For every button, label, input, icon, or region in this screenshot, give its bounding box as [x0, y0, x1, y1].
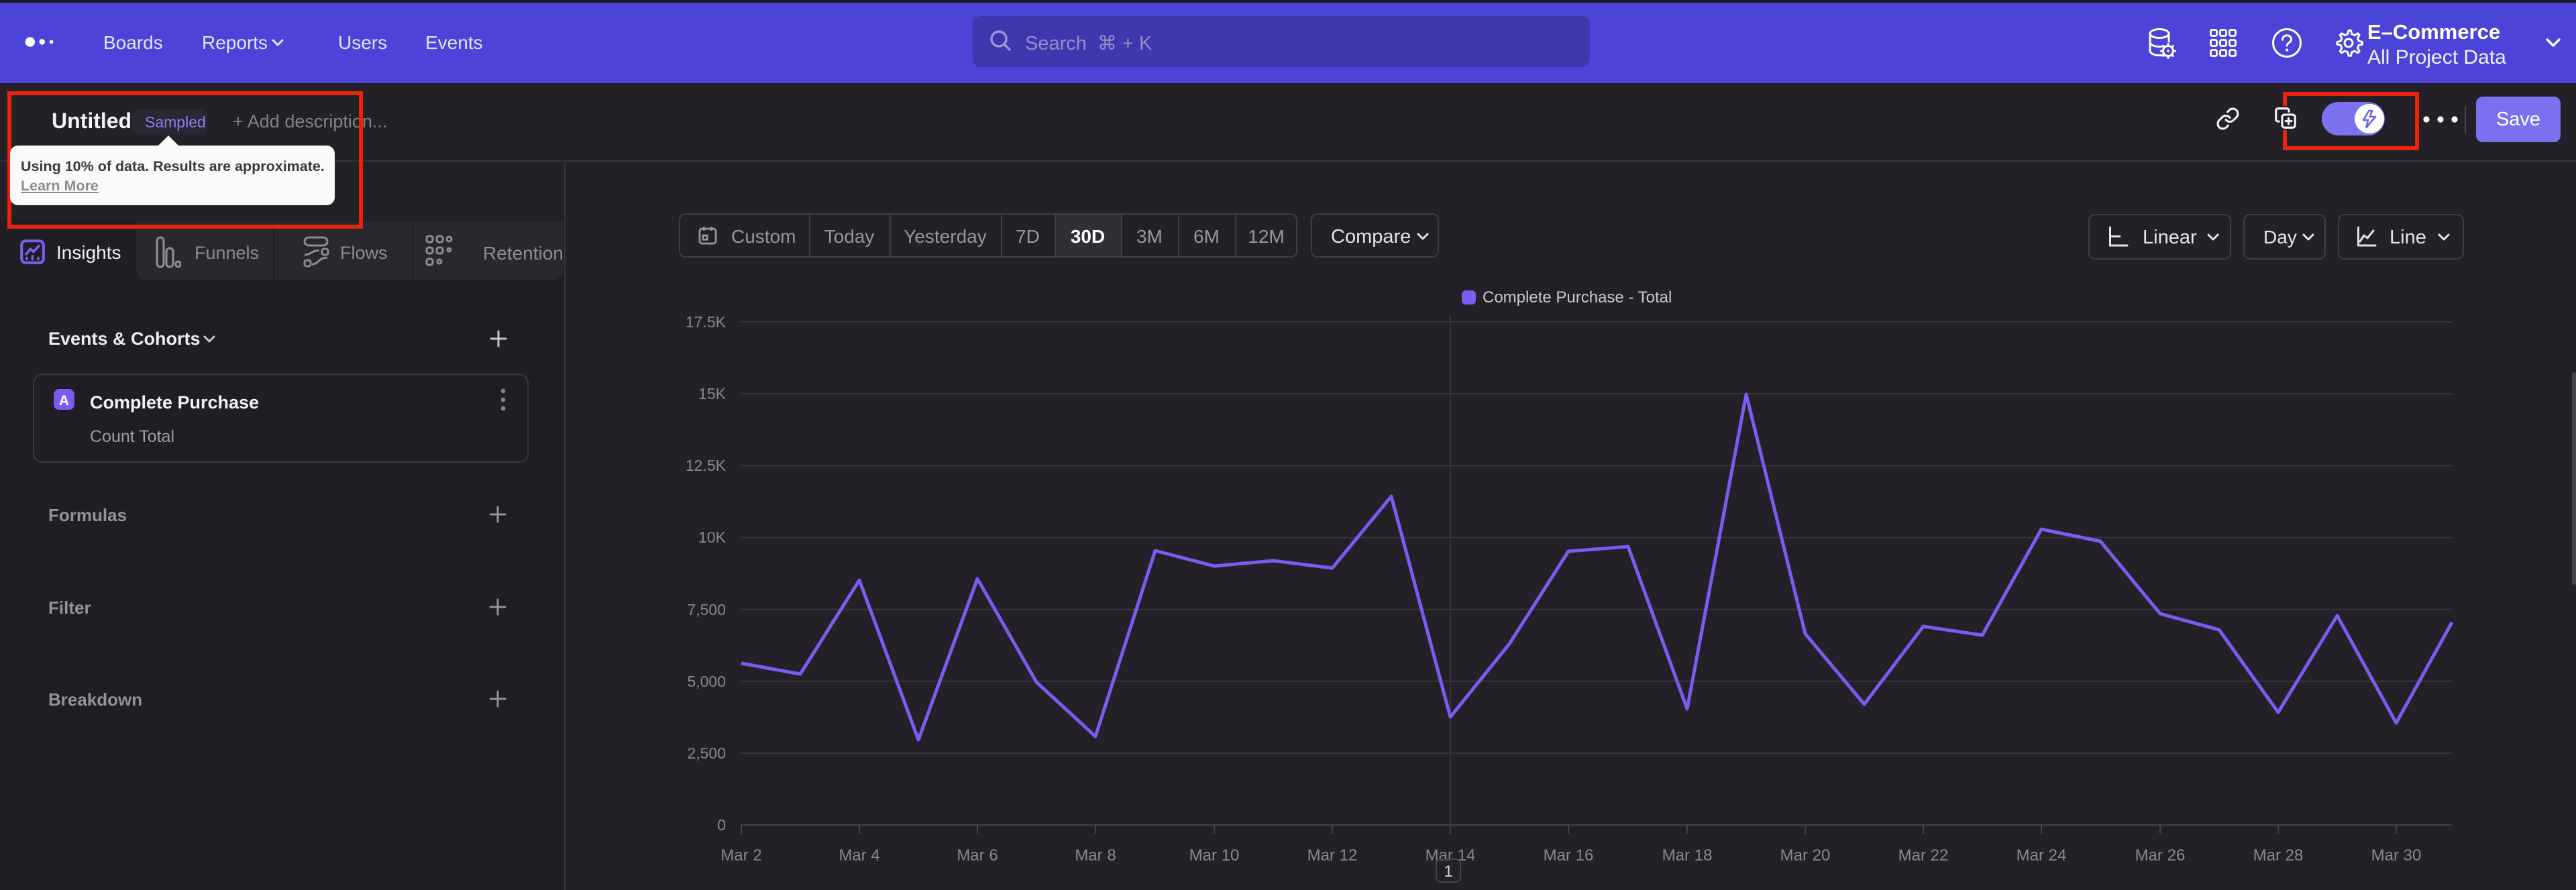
svg-text:0: 0	[717, 816, 726, 834]
svg-text:Mar 18: Mar 18	[1662, 846, 1713, 865]
svg-text:Mar 6: Mar 6	[957, 846, 998, 865]
svg-text:17.5K: 17.5K	[686, 313, 727, 331]
svg-text:12.5K: 12.5K	[686, 457, 727, 474]
svg-text:Mar 30: Mar 30	[2371, 846, 2422, 865]
svg-text:10K: 10K	[698, 529, 727, 546]
svg-text:15K: 15K	[698, 385, 727, 402]
svg-text:Mar 10: Mar 10	[1189, 846, 1240, 865]
svg-text:Mar 28: Mar 28	[2253, 846, 2304, 865]
svg-text:5,000: 5,000	[687, 673, 726, 690]
svg-text:2,500: 2,500	[687, 744, 726, 762]
svg-text:Mar 12: Mar 12	[1307, 846, 1358, 865]
svg-text:Mar 22: Mar 22	[1898, 846, 1949, 865]
svg-text:Mar 16: Mar 16	[1544, 846, 1594, 865]
svg-text:7,500: 7,500	[687, 601, 726, 618]
svg-text:Mar 20: Mar 20	[1780, 846, 1831, 865]
svg-text:Mar 24: Mar 24	[2017, 846, 2067, 865]
svg-text:Mar 4: Mar 4	[839, 846, 879, 865]
svg-text:Mar 2: Mar 2	[720, 846, 761, 865]
svg-text:Mar 26: Mar 26	[2135, 846, 2186, 865]
svg-text:Mar 8: Mar 8	[1075, 846, 1116, 865]
